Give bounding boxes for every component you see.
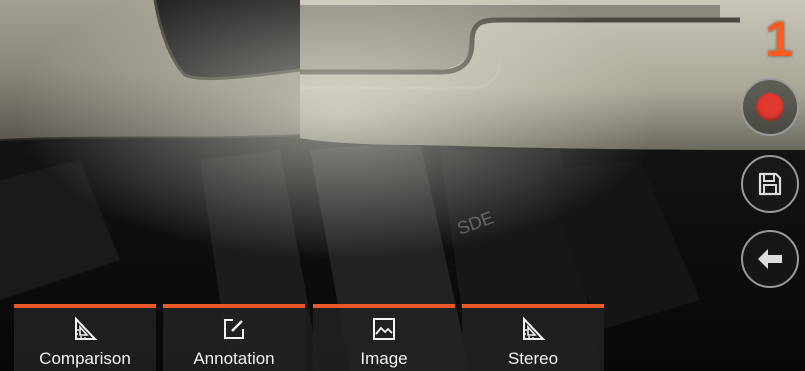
annotation-label: Annotation [193,349,275,368]
save-button[interactable] [741,155,799,213]
back-arrow-icon [758,249,782,269]
triangle-ruler-icon [523,316,546,340]
annotation-button[interactable]: Annotation [163,304,305,371]
comparison-label: Comparison [39,349,131,368]
record-icon [756,93,784,121]
image-button[interactable]: Image [313,304,455,371]
edit-note-icon [224,319,244,339]
image-icon [373,318,395,340]
step-number: 1 [765,11,793,67]
back-button[interactable] [741,230,799,288]
save-icon [758,172,782,196]
triangle-ruler-icon [75,316,98,340]
comparison-button[interactable]: Comparison [14,304,156,371]
image-label: Image [360,349,408,368]
record-button[interactable] [741,78,799,136]
stereo-button[interactable]: Stereo [462,304,604,371]
stereo-label: Stereo [507,349,559,368]
